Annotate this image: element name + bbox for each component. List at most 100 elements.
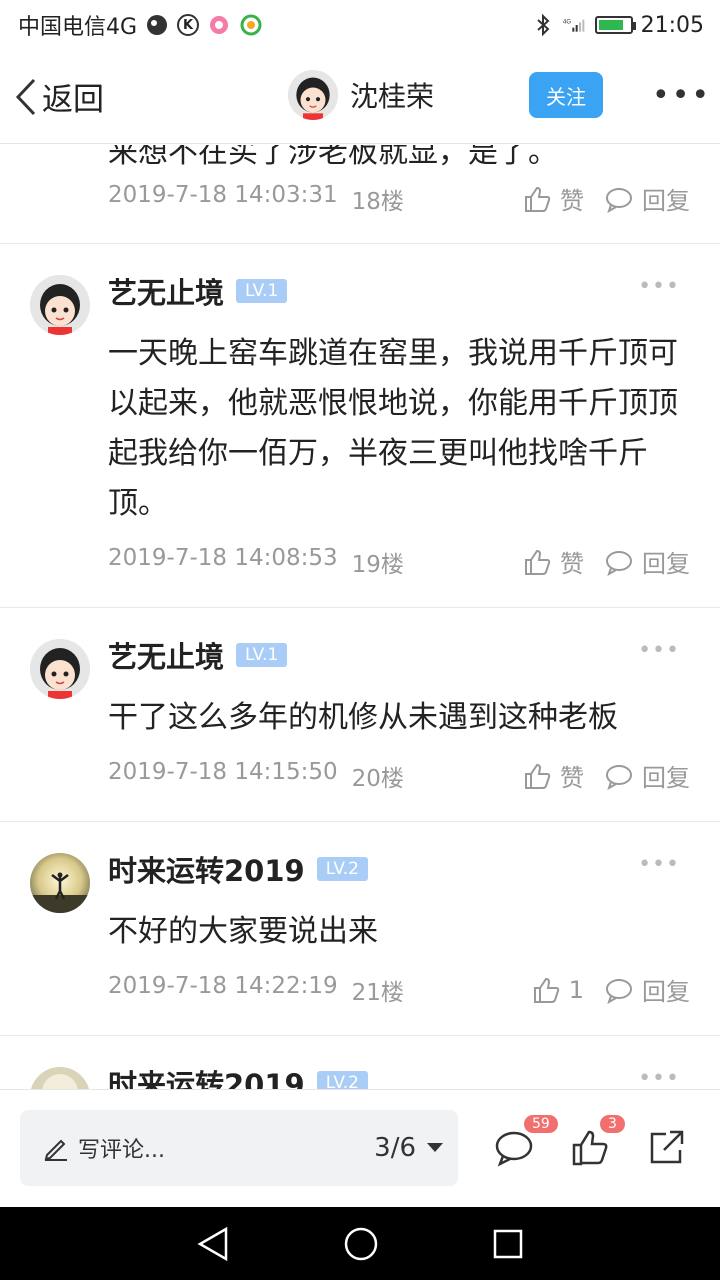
thumbs-up-icon <box>572 1130 608 1166</box>
back-label: 返回 <box>42 82 104 118</box>
reply-button[interactable]: 回复 <box>604 972 690 1007</box>
like-count-badge: 3 <box>600 1115 625 1133</box>
like-post-button[interactable] <box>570 1128 610 1172</box>
reply-button[interactable]: 回复 <box>604 181 690 216</box>
comment-more-icon[interactable]: ••• <box>638 274 680 299</box>
like-label: 赞 <box>560 550 584 578</box>
battery-icon <box>594 16 636 34</box>
speech-bubble-icon <box>606 764 632 790</box>
speech-bubble-icon <box>606 187 632 213</box>
bottom-bar: 写评论... 3/6 59 3 <box>0 1089 720 1207</box>
reply-button[interactable]: 回复 <box>604 544 690 579</box>
pencil-icon <box>44 1139 67 1161</box>
level-badge: LV.1 <box>236 279 288 303</box>
reply-button[interactable]: 回复 <box>604 758 690 793</box>
like-button[interactable]: 赞 <box>522 181 584 216</box>
page-indicator: 3/6 <box>374 1133 416 1163</box>
browser-icon <box>239 13 263 37</box>
thumbs-up-icon <box>533 977 559 1003</box>
share-button[interactable] <box>646 1128 686 1172</box>
avatar[interactable] <box>30 275 90 335</box>
comment-item: 时来运转2019 LV.2 ••• 不好的大家要说出来 2019-7-18 14… <box>0 822 720 1035</box>
author-name: 时来运转2019 <box>108 1068 305 1089</box>
comment-author[interactable]: 时来运转2019 LV.2 <box>108 1062 368 1089</box>
follow-button[interactable]: 关注 <box>529 72 603 118</box>
recents-square-icon[interactable] <box>492 1228 524 1260</box>
page-title: 沈桂荣 <box>350 80 435 113</box>
comment-text: 不好的大家要说出来 <box>108 914 378 949</box>
comment-more-icon[interactable]: ••• <box>638 852 680 877</box>
comment-more-icon[interactable]: ••• <box>638 638 680 663</box>
caret-down-icon <box>427 1143 443 1152</box>
avatar[interactable] <box>30 853 90 913</box>
like-label: 赞 <box>560 187 584 215</box>
level-badge: LV.2 <box>316 857 368 881</box>
like-button[interactable]: 赞 <box>522 758 584 793</box>
back-triangle-icon[interactable] <box>196 1226 230 1262</box>
like-button[interactable]: 1 <box>531 975 584 1005</box>
share-icon <box>650 1130 684 1164</box>
like-button[interactable]: 赞 <box>522 544 584 579</box>
reply-label: 回复 <box>642 550 690 578</box>
comment-author[interactable]: 时来运转2019 LV.2 <box>108 848 368 890</box>
reply-label: 回复 <box>642 978 690 1006</box>
speech-bubble-icon <box>606 978 632 1004</box>
comment-author[interactable]: 艺无止境 LV.1 <box>108 270 288 312</box>
comment-time: 2019-7-18 14:03:31 <box>108 181 338 208</box>
comment-floor: 20楼 <box>351 765 404 792</box>
comment-time: 2019-7-18 14:15:50 <box>108 758 338 785</box>
chevron-left-icon <box>15 78 36 115</box>
avatar[interactable] <box>30 639 90 699</box>
reply-label: 回复 <box>642 764 690 792</box>
comment-more-icon[interactable]: ••• <box>638 1066 680 1089</box>
comment-floor: 18楼 <box>351 188 404 215</box>
nav-user[interactable]: 沈桂荣 <box>288 70 434 120</box>
partial-comment-text: 来想不在买了涉老板就显，是了。 <box>108 145 558 170</box>
comment-placeholder: 写评论... <box>78 1138 165 1163</box>
home-circle-icon[interactable] <box>343 1226 379 1262</box>
comments-button[interactable] <box>494 1128 534 1172</box>
carrier-label: 中国电信4G <box>18 15 138 40</box>
thumbs-up-icon <box>525 549 551 575</box>
comment-meta: 2019-7-18 14:03:31 18楼 赞 回复 <box>108 181 690 216</box>
bluetooth-icon <box>531 13 555 37</box>
more-icon[interactable]: ••• <box>652 78 711 113</box>
page-selector[interactable]: 3/6 <box>374 1133 444 1163</box>
app-notification-icon <box>207 13 231 37</box>
reply-label: 回复 <box>642 187 690 215</box>
nav-bar: 返回 沈桂荣 关注 ••• <box>0 50 720 144</box>
author-name: 艺无止境 <box>108 640 225 674</box>
comment-author[interactable]: 艺无止境 LV.1 <box>108 634 288 676</box>
comment-input[interactable]: 写评论... 3/6 <box>20 1110 458 1186</box>
comment-floor: 21楼 <box>351 979 404 1006</box>
comment-time: 2019-7-18 14:22:19 <box>108 972 338 999</box>
author-name: 艺无止境 <box>108 276 225 310</box>
comment-text: 一天晚上窑车跳道在窑里，我说用千斤顶可以起来，他就恶恨恨地说，你能用千斤顶顶起我… <box>108 336 678 521</box>
comment-item: 时来运转2019 LV.2 ••• <box>0 1036 720 1089</box>
comment-feed[interactable]: 来想不在买了涉老板就显，是了。 2019-7-18 14:03:31 18楼 赞… <box>0 145 720 1089</box>
speech-bubble-icon <box>606 550 632 576</box>
svg-text:4G: 4G <box>563 20 571 26</box>
status-bar: 中国电信4G K 4G 21:05 <box>0 0 720 50</box>
back-button[interactable]: 返回 <box>14 74 104 119</box>
like-count: 1 <box>568 975 584 1004</box>
signal-icon: 4G <box>563 13 587 37</box>
speech-bubble-icon <box>495 1131 533 1167</box>
level-badge: LV.2 <box>316 1071 368 1089</box>
comment-floor: 19楼 <box>351 551 404 578</box>
comment-text: 干了这么多年的机修从未遇到这种老板 <box>108 700 618 735</box>
author-name: 时来运转2019 <box>108 854 305 888</box>
avatar[interactable] <box>288 70 338 120</box>
comment-item: 艺无止境 LV.1 ••• 一天晚上窑车跳道在窑里，我说用千斤顶可以起来，他就恶… <box>0 244 720 607</box>
thumbs-up-icon <box>525 763 551 789</box>
comment-count-badge: 59 <box>524 1115 558 1133</box>
comment-meta: 2019-7-18 14:08:53 19楼 赞 回复 <box>108 544 690 579</box>
clock: 21:05 <box>640 12 704 38</box>
comment-item: 艺无止境 LV.1 ••• 干了这么多年的机修从未遇到这种老板 2019-7-1… <box>0 608 720 821</box>
notification-icon <box>145 13 169 37</box>
avatar[interactable] <box>30 1067 90 1089</box>
thumbs-up-icon <box>525 186 551 212</box>
comment-meta: 2019-7-18 14:22:19 21楼 1 回复 <box>108 972 690 1007</box>
system-nav-bar <box>0 1207 720 1280</box>
like-label: 赞 <box>560 764 584 792</box>
